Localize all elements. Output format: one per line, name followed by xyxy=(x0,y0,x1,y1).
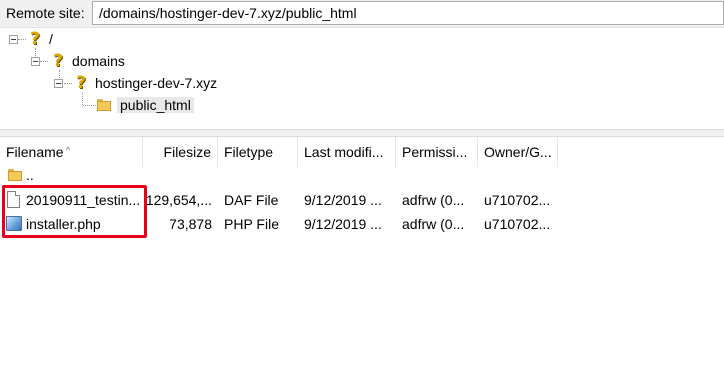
remote-site-bar: Remote site: /domains/hostinger-dev-7.xy… xyxy=(0,0,724,27)
modified-cell: 9/12/2019 ... xyxy=(304,192,382,208)
tree-node-label: domains xyxy=(72,53,125,69)
modified-cell: 9/12/2019 ... xyxy=(304,216,382,232)
question-folder-icon: ? xyxy=(30,29,40,49)
owner-cell: u710702... xyxy=(484,192,551,208)
column-filesize[interactable]: Filesize xyxy=(143,137,218,167)
sort-ascending-icon: ^ xyxy=(66,145,71,155)
collapse-site-toggle[interactable] xyxy=(54,79,63,88)
folder-icon xyxy=(8,169,22,182)
tree-node-public-html[interactable]: public_html xyxy=(97,95,194,115)
tree-node-site[interactable]: ? hostinger-dev-7.xyz xyxy=(73,73,217,93)
tree-node-domains[interactable]: ? domains xyxy=(50,51,125,71)
remote-file-list: Filename ^ Filesize Filetype Last modifi… xyxy=(0,137,724,375)
permissions-cell: adfrw (0... xyxy=(402,216,465,232)
tree-node-label: hostinger-dev-7.xyz xyxy=(95,75,218,91)
owner-cell: u710702... xyxy=(484,216,551,232)
column-filename[interactable]: Filename ^ xyxy=(0,137,143,167)
filesize-cell: 129,654,... xyxy=(145,192,212,208)
folder-icon xyxy=(97,98,111,112)
php-file-icon xyxy=(6,216,22,231)
tree-node-label: / xyxy=(49,31,53,47)
filetype-cell: PHP File xyxy=(224,216,279,232)
remote-directory-tree: ? / ? domains ? hostinger-dev-7.xyz publ… xyxy=(0,27,724,130)
permissions-cell: adfrw (0... xyxy=(402,192,465,208)
table-row-parent[interactable]: .. xyxy=(0,165,724,189)
question-folder-icon: ? xyxy=(53,51,63,71)
tree-node-label: public_html xyxy=(117,97,194,113)
filename-cell: 20190911_testin... xyxy=(26,192,141,208)
tree-node-root[interactable]: ? / xyxy=(27,29,53,49)
question-folder-icon: ? xyxy=(76,73,86,93)
column-filetype[interactable]: Filetype xyxy=(218,137,298,167)
filename-cell: installer.php xyxy=(26,216,101,232)
filetype-cell: DAF File xyxy=(224,192,279,208)
filename-cell: .. xyxy=(26,167,34,183)
table-row[interactable]: installer.php 73,878 PHP File 9/12/2019 … xyxy=(0,212,724,236)
table-row[interactable]: 20190911_testin... 129,654,... DAF File … xyxy=(0,188,724,212)
filesize-cell: 73,878 xyxy=(169,216,212,232)
collapse-root-toggle[interactable] xyxy=(9,35,18,44)
remote-site-label: Remote site: xyxy=(6,5,85,21)
remote-path-input[interactable]: /domains/hostinger-dev-7.xyz/public_html xyxy=(92,1,724,25)
file-list-header: Filename ^ Filesize Filetype Last modifi… xyxy=(0,137,724,167)
column-permissions[interactable]: Permissi... xyxy=(396,137,478,167)
file-icon xyxy=(7,191,20,208)
column-owner-group[interactable]: Owner/G... xyxy=(478,137,558,167)
collapse-domains-toggle[interactable] xyxy=(31,57,40,66)
column-last-modified[interactable]: Last modifi... xyxy=(298,137,396,167)
pane-splitter[interactable] xyxy=(0,129,724,137)
